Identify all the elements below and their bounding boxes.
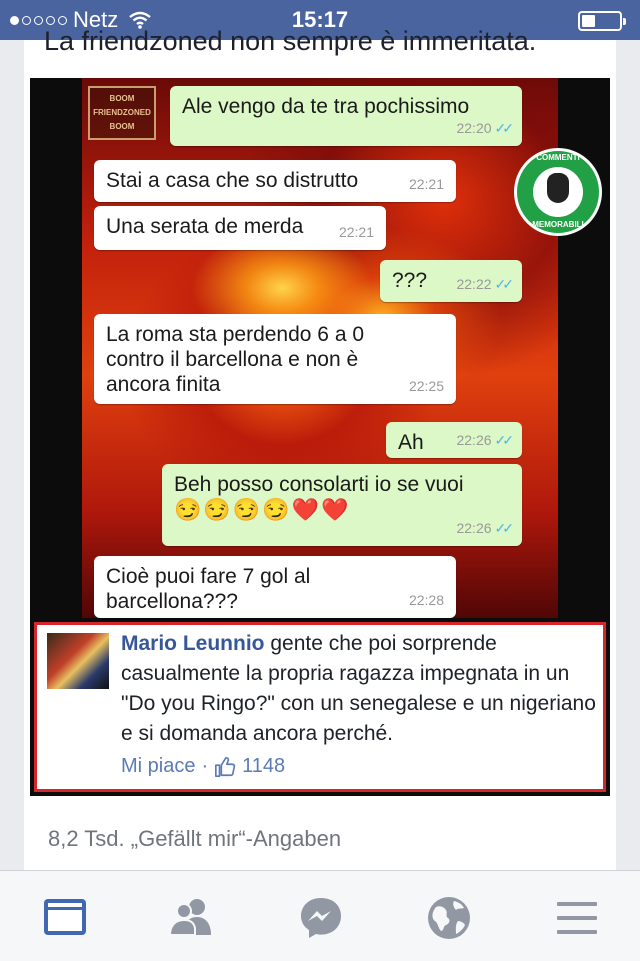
sent-message-bubble: Beh posso consolarti io se vuoi 😏😏😏😏❤️❤️ 2…	[162, 464, 522, 546]
friend-requests-icon[interactable]	[167, 893, 217, 943]
comment-like-count: 1148	[242, 755, 286, 777]
separator: ·	[201, 755, 209, 777]
commenter-avatar[interactable]	[47, 633, 109, 689]
post-like-count[interactable]: 8,2 Tsd. „Gefällt mir“-Angaben	[48, 826, 341, 852]
thumbs-up-icon	[215, 756, 236, 777]
message-timestamp: 22:21	[408, 176, 444, 192]
comment-like-link[interactable]: Mi piace	[121, 755, 195, 778]
message-timestamp: 22:21	[338, 224, 374, 240]
globe-notifications-icon[interactable]	[424, 893, 474, 943]
news-feed[interactable]: La friendzoned non sempre è immeritata. …	[0, 26, 640, 870]
message-timestamp: 22:28	[408, 592, 444, 608]
read-receipt-icon: ✓✓	[494, 432, 515, 448]
message-timestamp: 22:26 ✓✓	[456, 432, 515, 448]
message-text: Cioè puoi fare 7 gol al barcellona???	[106, 565, 311, 613]
sent-message-bubble: ??? 22:22 ✓✓	[380, 260, 522, 302]
messenger-icon[interactable]	[296, 893, 346, 943]
received-message-bubble: Stai a casa che so distrutto 22:21	[94, 160, 456, 202]
message-timestamp: 22:20 ✓✓	[456, 120, 515, 136]
message-text: La roma sta perdendo 6 a 0 contro il bar…	[106, 323, 365, 396]
post-caption: La friendzoned non sempre è immeritata.	[44, 26, 537, 56]
received-message-bubble: Una serata de merda 22:21	[94, 206, 386, 250]
post-image[interactable]: BOOM FRIENDZONED BOOM Ale vengo da te tr…	[30, 78, 610, 796]
message-timestamp: 22:25	[408, 378, 444, 394]
commenti-memorabili-logo: COMMENTI MEMORABILI	[514, 148, 602, 236]
sent-message-bubble: Ale vengo da te tra pochissimo 22:20 ✓✓	[170, 86, 522, 146]
menu-icon[interactable]	[552, 893, 602, 943]
comment-body: Mario Leunnio gente che poi sorprende ca…	[121, 629, 599, 749]
read-receipt-icon: ✓✓	[494, 276, 515, 292]
sent-message-bubble: Ah 22:26 ✓✓	[386, 422, 522, 458]
message-text: Una serata de merda	[106, 215, 304, 238]
news-feed-icon[interactable]	[40, 893, 90, 943]
message-text: Stai a casa che so distrutto	[106, 169, 359, 192]
received-message-bubble: Cioè puoi fare 7 gol al barcellona??? 22:…	[94, 556, 456, 618]
read-receipt-icon: ✓✓	[494, 120, 515, 136]
message-text: Beh posso consolarti io se vuoi	[174, 473, 464, 496]
highlighted-comment: Mario Leunnio gente che poi sorprende ca…	[34, 622, 606, 792]
friendzoned-stamp: BOOM FRIENDZONED BOOM	[88, 86, 156, 140]
read-receipt-icon: ✓✓	[494, 520, 515, 536]
comment-actions: Mi piace · 1148	[121, 755, 285, 778]
message-timestamp: 22:26 ✓✓	[456, 520, 515, 536]
bottom-tab-bar	[0, 870, 640, 961]
commenter-name[interactable]: Mario Leunnio	[121, 632, 265, 655]
post-card: La friendzoned non sempre è immeritata. …	[24, 26, 616, 870]
received-message-bubble: La roma sta perdendo 6 a 0 contro il bar…	[94, 314, 456, 404]
message-timestamp: 22:22 ✓✓	[456, 276, 515, 292]
